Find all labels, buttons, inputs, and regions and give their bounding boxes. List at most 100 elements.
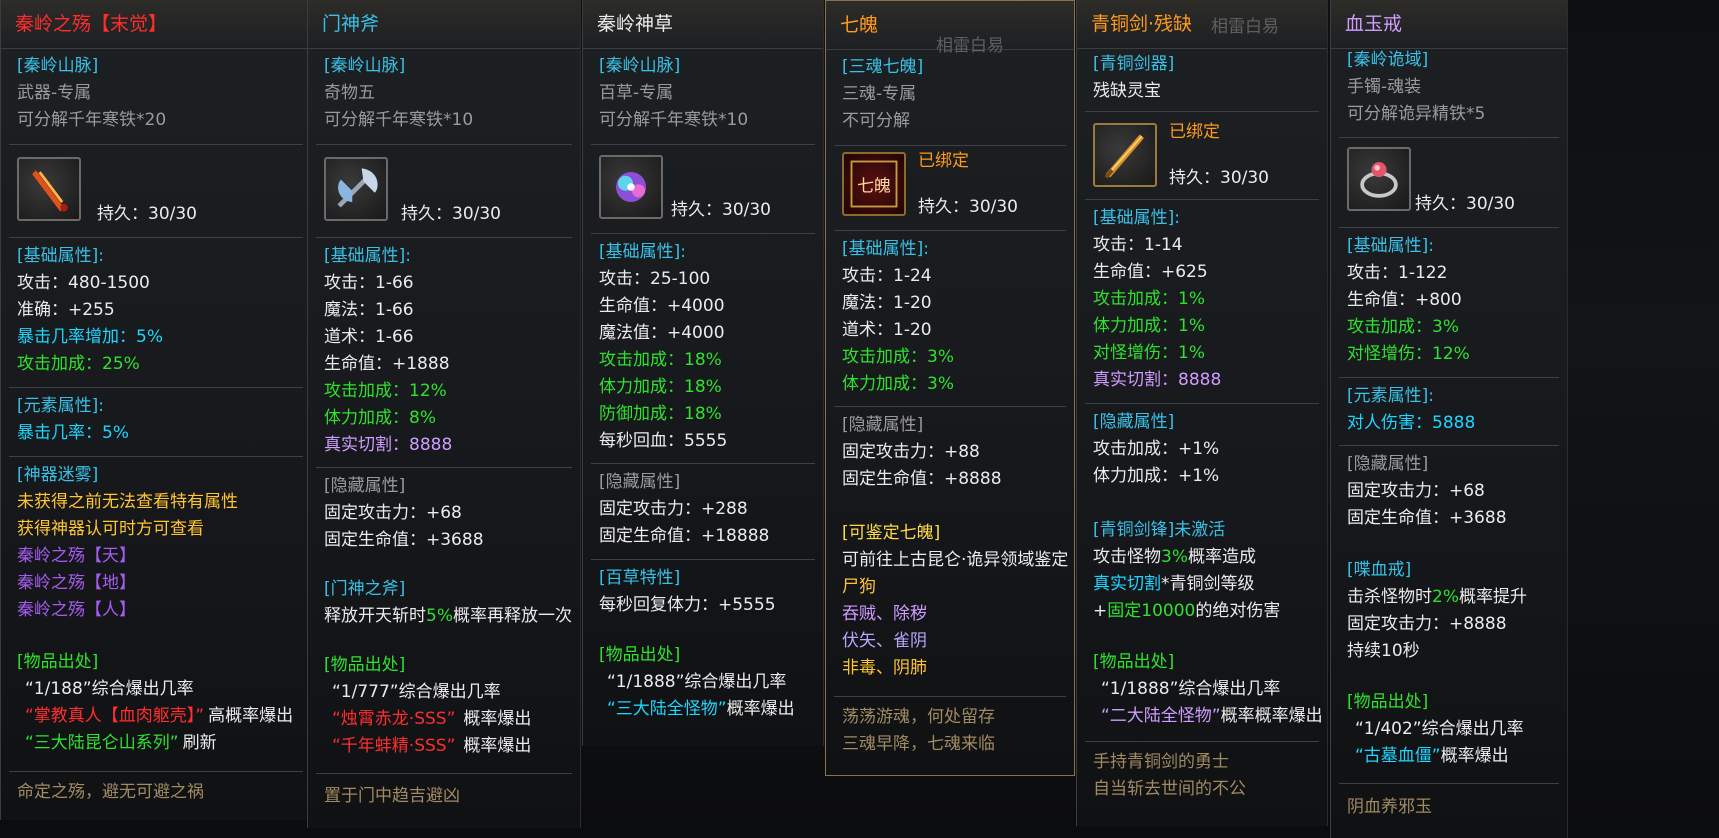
special-text: 释放开天斩时 [324, 606, 426, 626]
hidden-attr-header: [隐藏属性] [1093, 412, 1175, 432]
attr-attack: 攻击：1-24 [842, 266, 932, 286]
item-region: [秦岭山脉] [599, 56, 681, 76]
divider [1339, 137, 1559, 138]
source-note: 概率爆出 [1440, 746, 1509, 766]
item-region: [秦岭山脉] [324, 56, 406, 76]
elem-attr-header: [元素属性]: [1347, 386, 1434, 406]
soul-name: 吞贼、除秽 [842, 604, 927, 624]
special-chance: 3% [1161, 547, 1188, 567]
divider [591, 233, 815, 234]
source-line: “三大陆全怪物”概率爆出 [607, 696, 795, 724]
special-line: 持续10秒 [1347, 641, 1420, 661]
durability: 持久：30/30 [918, 197, 1018, 217]
attr-magic: 魔法：1-66 [324, 300, 414, 320]
item-region: [秦岭山脉] [17, 56, 99, 76]
flavor-text: 荡荡游魂，何处留存 [842, 707, 995, 727]
attr-attack-bonus: 攻击加成：25% [17, 354, 140, 374]
attr-attack-bonus: 攻击加成：3% [1347, 317, 1459, 337]
divider [1339, 227, 1559, 228]
attr-magic: 魔法：1-20 [842, 293, 932, 313]
source-note: 概率爆出 [463, 736, 532, 756]
divider [1085, 199, 1319, 200]
special-text: *青铜剑等级 [1161, 574, 1255, 594]
hidden-attr: 固定攻击力：+88 [842, 442, 980, 462]
special-text: 概率造成 [1187, 547, 1256, 567]
attr-attack: 攻击：1-122 [1347, 263, 1448, 283]
base-attr-header: [基础属性]: [1093, 208, 1180, 228]
icon-text: 七魄 [857, 176, 891, 196]
herb-icon [599, 155, 663, 219]
special-text: + [1093, 601, 1108, 621]
attr-attack-bonus: 攻击加成：18% [599, 350, 722, 370]
flavor-text: 命定之殇，避无可避之祸 [17, 782, 204, 802]
soul-seal-icon: 七魄 [842, 152, 906, 216]
base-attr-header: [基础属性]: [842, 239, 929, 259]
divider [591, 559, 815, 560]
item-region: [青铜剑器] [1093, 54, 1175, 74]
hidden-attr: 固定生命值：+8888 [842, 469, 1002, 489]
divider [9, 237, 303, 238]
source-note: 概率爆出 [463, 709, 532, 729]
source-line: “千年蚌精·SSS” 概率爆出 [332, 733, 531, 761]
item-title: 血玉戒 [1331, 0, 1567, 49]
special-header: [喋血戒] [1347, 560, 1412, 580]
divider [316, 144, 572, 145]
attr-stamina-bonus: 体力加成：18% [599, 377, 722, 397]
divider [834, 145, 1066, 146]
attr-hp-regen: 每秒回血：5555 [599, 431, 728, 451]
attr-attack: 攻击：1-14 [1093, 235, 1183, 255]
hidden-attr: 固定生命值：+3688 [1347, 508, 1507, 528]
special-text: 击杀怪物时 [1347, 587, 1432, 607]
divider [834, 696, 1066, 697]
item-tooltip-menshen-axe: 门神斧 [秦岭山脉] 奇物五 可分解千年寒铁*10 持久：30/30 [基础属性… [307, 0, 581, 828]
decompose-info: 可分解诡异精铁*5 [1347, 104, 1486, 124]
source-note: 高概率爆出 [208, 706, 294, 726]
attr-true-cut: 真实切割：8888 [324, 435, 453, 455]
attr-mp: 魔法值：+4000 [599, 323, 725, 343]
divider [1339, 377, 1559, 378]
divider [9, 387, 303, 388]
mist-line: 未获得之前无法查看特有属性 [17, 492, 238, 512]
decompose-info: 可分解千年寒铁*10 [599, 110, 749, 130]
decompose-info: 可分解千年寒铁*20 [17, 110, 167, 130]
special-line: +固定10000的绝对伤害 [1093, 598, 1280, 626]
divider [1085, 741, 1319, 742]
bound-status: 已绑定 [918, 151, 969, 171]
special-line: 固定攻击力：+8888 [1347, 614, 1507, 634]
flavor-text: 置于门中趋吉避凶 [324, 786, 460, 806]
base-attr-header: [基础属性]: [1347, 236, 1434, 256]
special-line: 可前往上古昆仑·诡异领域鉴定 [842, 550, 1069, 570]
item-region: [秦岭诡域] [1347, 50, 1429, 70]
special-text: 攻击怪物 [1093, 547, 1161, 567]
divider [591, 144, 815, 145]
axe-icon [324, 157, 388, 221]
divider [316, 467, 572, 468]
source-monsters: “二大陆全怪物” [1101, 706, 1221, 726]
attr-monster-damage: 对怪增伤：12% [1347, 344, 1470, 364]
source-rate: “1/1888”综合爆出几率 [607, 672, 787, 692]
item-type: 手镯-魂装 [1347, 77, 1422, 97]
divider [834, 230, 1066, 231]
elem-crit: 暴击几率：5% [17, 423, 129, 443]
item-type: 百草-专属 [599, 83, 674, 103]
item-title: 青铜剑·残缺 [1077, 0, 1327, 49]
bronze-sword-icon [1093, 123, 1157, 187]
elem-pvp-damage: 对人伤害：5888 [1347, 413, 1476, 433]
source-header: [物品出处] [599, 645, 681, 665]
hidden-attr: 攻击加成：+1% [1093, 439, 1220, 459]
decompose-info: 不可分解 [842, 111, 910, 131]
special-text: 的绝对伤害 [1195, 601, 1281, 621]
item-title: 秦岭之殇【末觉】 [1, 0, 311, 49]
hidden-attr-header: [隐藏属性] [842, 415, 924, 435]
source-rate: “1/402”综合爆出几率 [1355, 719, 1524, 739]
item-type: 武器-专属 [17, 83, 92, 103]
attr-attack-bonus: 攻击加成：3% [842, 347, 954, 367]
mist-header: [神器迷雾] [17, 465, 99, 485]
item-region: [三魂七魄] [842, 57, 924, 77]
item-type: 残缺灵宝 [1093, 81, 1161, 101]
divider [9, 456, 303, 457]
item-title: 秦岭神草 [583, 0, 823, 49]
source-series: “三大陆昆仑山系列” [25, 733, 179, 753]
divider [316, 237, 572, 238]
durability: 持久：30/30 [401, 204, 501, 224]
